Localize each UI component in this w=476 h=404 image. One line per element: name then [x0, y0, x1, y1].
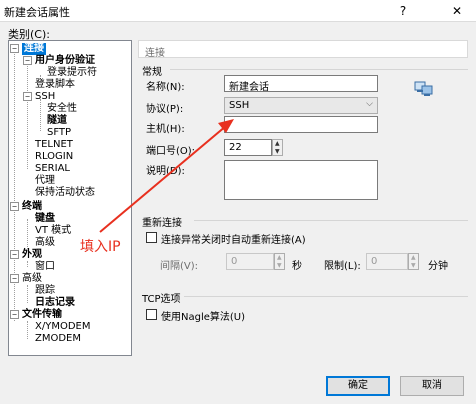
annotation-arrow-icon	[99, 119, 234, 233]
ok-button[interactable]: 确定	[326, 376, 390, 396]
cancel-button[interactable]: 取消	[400, 376, 464, 396]
annotation-text: 填入IP	[80, 239, 121, 255]
